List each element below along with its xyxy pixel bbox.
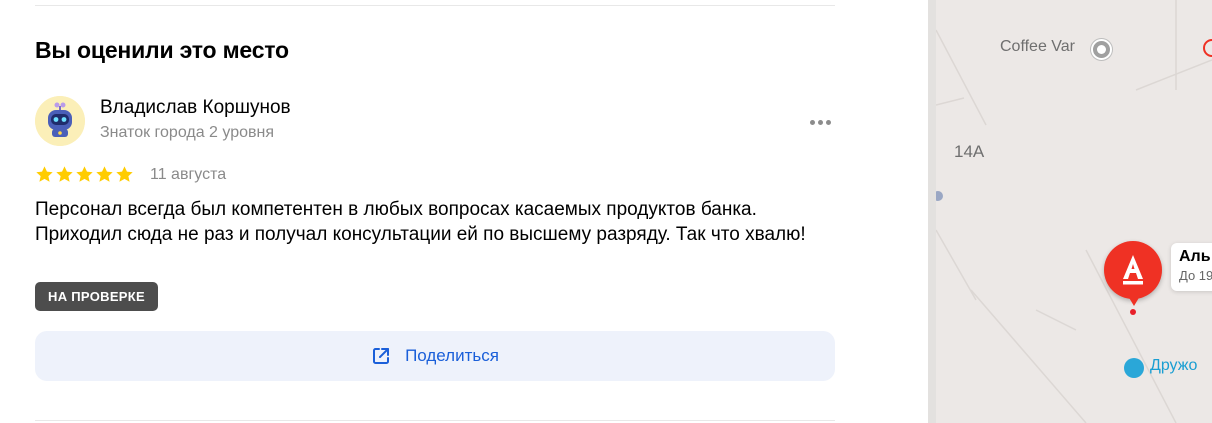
star-icon [76,166,93,182]
author-level: Знаток города 2 уровня [100,124,275,141]
review-panel: Вы оценили это место Владислав Коршунов … [0,0,928,423]
more-dot [825,119,831,125]
review-text: Персонал всегда был компетентен в любых … [35,199,806,245]
bank-map-name: Аль [1179,248,1211,265]
robot-avatar-icon [35,96,85,146]
star-icon [96,166,113,182]
coffee-poi-icon[interactable] [1091,39,1112,60]
more-options-button[interactable] [804,108,836,136]
metro-station-label[interactable]: Дружо [1150,357,1197,375]
metro-icon [1124,358,1144,378]
bottom-divider [35,420,835,421]
share-button[interactable]: Поделиться [35,331,835,381]
bank-pin-dot [1130,309,1136,315]
alfa-bank-logo-icon [1123,255,1143,285]
review-date: 11 августа [150,166,227,183]
star-icon [56,166,73,182]
map-view[interactable]: Coffee Var 14А Аль До 19 Дружо [936,0,1212,423]
share-label: Поделиться [405,346,499,365]
author-name[interactable]: Владислав Коршунов [100,97,291,119]
status-badge: НА ПРОВЕРКЕ [35,282,158,311]
share-icon [373,348,390,364]
map-house-number: 14А [954,142,985,161]
star-icon [116,166,133,182]
more-dots-icon [809,119,815,125]
top-divider [35,5,835,6]
map-poi-coffee[interactable]: Coffee Var [1000,38,1075,56]
section-title: Вы оценили это место [35,37,289,63]
author-avatar[interactable] [35,96,85,146]
star-icon [36,166,53,182]
bank-map-hours: До 19 [1179,268,1212,283]
bank-pin-tail [1128,296,1140,306]
bank-map-card[interactable]: Аль До 19 [1171,243,1212,291]
more-dot [817,119,823,125]
rating-stars [35,165,134,184]
map-scrollbar[interactable] [928,0,936,423]
alfa-bank-pin[interactable] [1104,241,1162,299]
